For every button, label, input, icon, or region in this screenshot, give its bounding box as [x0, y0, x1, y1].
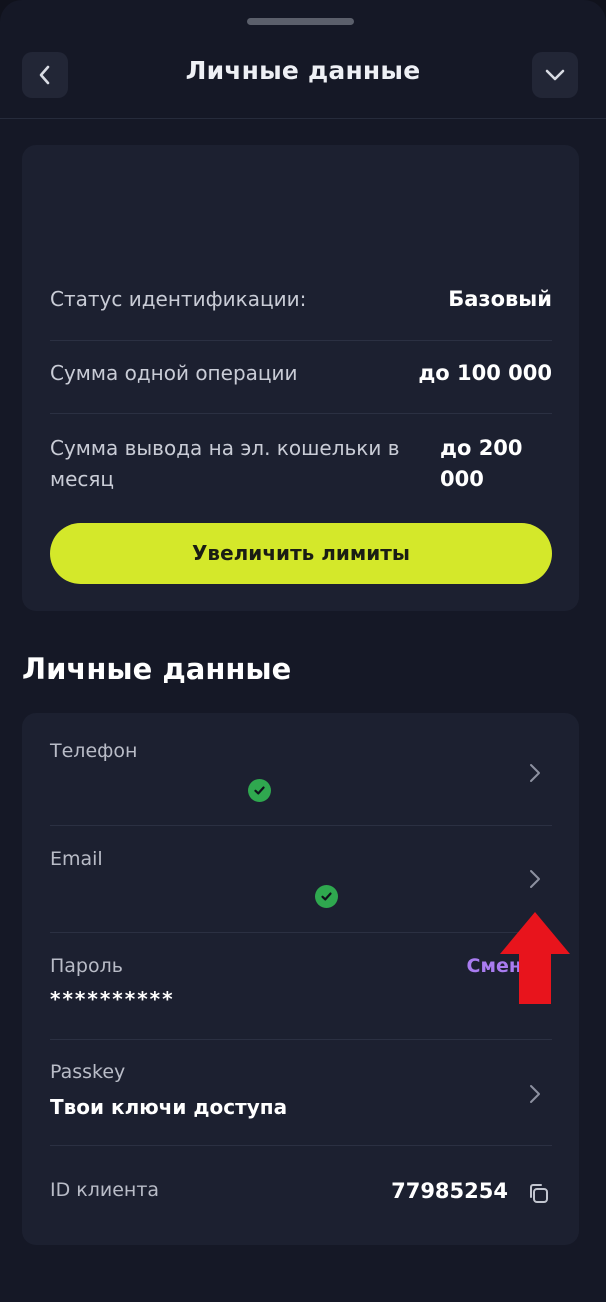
chevron-left-icon: [39, 65, 50, 85]
verified-check-icon: [248, 779, 271, 802]
phone-label: Телефон: [50, 740, 138, 762]
divider: [50, 1145, 552, 1146]
passkey-value: Твои ключи доступа: [50, 1095, 288, 1119]
email-label: Email: [50, 848, 103, 870]
bottom-sheet: Личные данные Статус идентификации: Базо…: [0, 0, 606, 1302]
limit-row-status: Статус идентификации: Базовый: [50, 287, 552, 311]
password-label: Пароль: [50, 955, 123, 977]
phone-row[interactable]: Телефон: [50, 740, 552, 820]
header: Личные данные: [0, 0, 606, 119]
limit-value: до 100 000: [418, 361, 552, 385]
passkey-label: Passkey: [50, 1061, 126, 1083]
increase-limits-button[interactable]: Увеличить лимиты: [50, 523, 552, 584]
client-id-row: ID клиента 77985254: [50, 1179, 552, 1219]
limit-label: Статус идентификации:: [50, 287, 307, 311]
chevron-right-icon: [530, 764, 540, 782]
chevron-down-icon: [545, 69, 565, 81]
divider: [50, 932, 552, 933]
limits-card: Статус идентификации: Базовый Сумма одно…: [22, 145, 579, 611]
section-title: Личные данные: [22, 652, 292, 686]
chevron-right-icon: [530, 870, 540, 888]
collapse-button[interactable]: [532, 52, 578, 98]
divider: [50, 413, 552, 414]
limit-row-single-operation: Сумма одной операции до 100 000: [50, 361, 552, 385]
limit-label: Сумма вывода на эл. кошельки в месяц: [50, 436, 400, 491]
verified-check-icon: [315, 885, 338, 908]
limit-label: Сумма одной операции: [50, 361, 298, 385]
limit-value: до 200 000: [440, 436, 523, 491]
passkey-row[interactable]: Passkey Твои ключи доступа: [50, 1061, 552, 1141]
divider: [50, 1039, 552, 1040]
email-row[interactable]: Email: [50, 848, 552, 928]
client-id-label: ID клиента: [50, 1179, 160, 1201]
back-button[interactable]: [22, 52, 68, 98]
divider: [50, 340, 552, 341]
personal-data-card: Телефон Email Пароль ********** Смен Pas…: [22, 713, 579, 1245]
client-id-value: 77985254: [391, 1179, 508, 1203]
limit-value: Базовый: [448, 287, 552, 311]
copy-icon[interactable]: [526, 1181, 552, 1207]
page-title: Личные данные: [185, 56, 421, 85]
password-mask: **********: [50, 987, 175, 1011]
divider: [50, 825, 552, 826]
password-row: Пароль ********** Смен: [50, 955, 552, 1035]
annotation-up-arrow-icon: [500, 912, 570, 1004]
chevron-right-icon: [530, 1085, 540, 1103]
limit-row-ewallet-monthly: Сумма вывода на эл. кошельки в месяц до …: [50, 433, 552, 495]
